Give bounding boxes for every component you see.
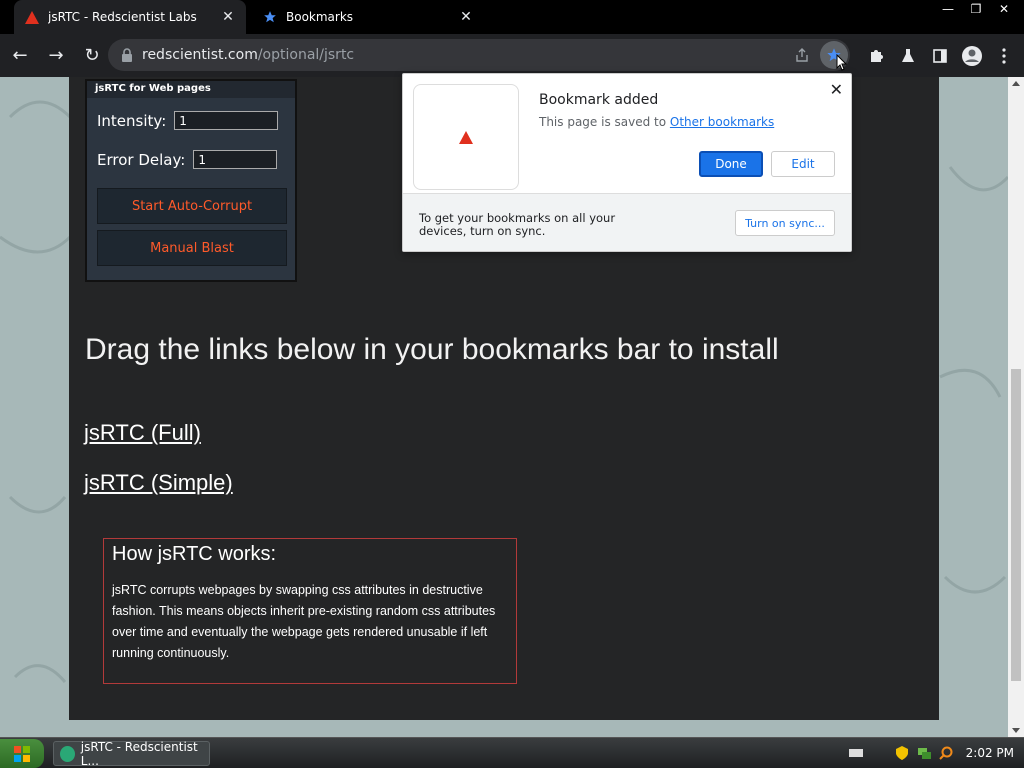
address-bar[interactable]: redscientist.com/optional/jsrtc xyxy=(108,39,850,71)
taskbar-item-browser[interactable]: jsRTC - Redscientist L... xyxy=(53,739,210,768)
page-thumbnail xyxy=(413,84,519,190)
side-panel-icon[interactable] xyxy=(924,40,956,72)
star-icon xyxy=(262,9,278,25)
start-button[interactable] xyxy=(0,739,44,768)
scrollbar-thumb[interactable] xyxy=(1011,369,1021,681)
tab-bookmarks[interactable]: Bookmarks ✕ xyxy=(252,0,484,34)
how-it-works-box: How jsRTC works: jsRTC corrupts webpages… xyxy=(103,538,517,684)
bookmark-added-dialog: Bookmark added This page is saved to Oth… xyxy=(402,73,852,252)
tab-title: Bookmarks xyxy=(286,10,354,24)
manual-blast-button[interactable]: Manual Blast xyxy=(97,230,287,266)
page-heading: Drag the links below in your bookmarks b… xyxy=(85,333,779,366)
start-auto-corrupt-button[interactable]: Start Auto-Corrupt xyxy=(97,188,287,224)
dialog-message: This page is saved to Other bookmarks xyxy=(539,115,774,129)
dialog-message-text: This page is saved to xyxy=(539,115,670,129)
close-window-button[interactable]: ✕ xyxy=(990,0,1018,18)
how-it-works-title: How jsRTC works: xyxy=(112,543,277,565)
system-tray: 2:02 PM xyxy=(848,738,1024,768)
os-taskbar: jsRTC - Redscientist L... 2:02 PM xyxy=(0,737,1024,768)
menu-kebab-icon[interactable] xyxy=(988,40,1020,72)
url-domain: redscientist.com xyxy=(142,47,258,63)
keyboard-icon[interactable] xyxy=(848,745,864,761)
intensity-row: Intensity: xyxy=(97,111,279,130)
browser-titlebar: jsRTC - Redscientist Labs ✕ Bookmarks ✕ … xyxy=(0,0,1024,34)
minimize-button[interactable]: — xyxy=(934,0,962,18)
tab-jsrtc[interactable]: jsRTC - Redscientist Labs ✕ xyxy=(14,0,246,34)
error-delay-input[interactable] xyxy=(193,150,278,169)
windows-logo-icon xyxy=(14,745,30,762)
vertical-scrollbar[interactable] xyxy=(1008,77,1024,737)
sync-text: To get your bookmarks on all your device… xyxy=(419,211,616,238)
search-magnifier-icon[interactable] xyxy=(938,745,954,761)
intensity-label: Intensity: xyxy=(97,111,167,130)
scroll-up-arrow-icon[interactable] xyxy=(1012,81,1020,86)
close-icon[interactable]: ✕ xyxy=(830,80,843,99)
extensions-puzzle-icon[interactable] xyxy=(860,40,892,72)
turn-on-sync-button[interactable]: Turn on sync... xyxy=(735,210,835,236)
jsrtc-control-panel: jsRTC for Web pages Intensity: Error Del… xyxy=(85,79,297,282)
security-shield-icon[interactable] xyxy=(894,745,910,761)
reload-icon[interactable]: ↻ xyxy=(76,40,108,72)
how-it-works-text: jsRTC corrupts webpages by swapping css … xyxy=(112,583,496,660)
browser-toolbar: ← → ↻ redscientist.com/optional/jsrtc xyxy=(0,34,1024,77)
error-delay-row: Error Delay: xyxy=(97,150,278,169)
mouse-cursor-icon xyxy=(836,54,847,71)
jsrtc-simple-link[interactable]: jsRTC (Simple) xyxy=(84,470,233,496)
jsrtc-full-link[interactable]: jsRTC (Full) xyxy=(84,420,201,446)
share-icon[interactable] xyxy=(794,47,810,63)
window-controls: — ❐ ✕ xyxy=(934,0,1018,18)
taskbar-item-label: jsRTC - Redscientist L... xyxy=(80,739,198,768)
dialog-title: Bookmark added xyxy=(539,92,659,108)
profile-avatar-icon[interactable] xyxy=(956,40,988,72)
done-button[interactable]: Done xyxy=(699,151,763,177)
back-icon[interactable]: ← xyxy=(4,40,36,72)
tab-title: jsRTC - Redscientist Labs xyxy=(48,10,197,24)
labs-flask-icon[interactable] xyxy=(892,40,924,72)
clock[interactable]: 2:02 PM xyxy=(966,746,1014,760)
sync-footer: To get your bookmarks on all your device… xyxy=(403,193,851,251)
panel-header: jsRTC for Web pages xyxy=(87,81,295,98)
forward-icon[interactable]: → xyxy=(40,40,72,72)
close-tab-icon[interactable]: ✕ xyxy=(458,9,474,25)
intensity-input[interactable] xyxy=(174,111,279,130)
warning-triangle-icon xyxy=(24,9,40,25)
edit-button[interactable]: Edit xyxy=(771,151,835,177)
lock-icon xyxy=(122,48,132,62)
other-bookmarks-link[interactable]: Other bookmarks xyxy=(670,115,774,129)
toolbar-icons xyxy=(860,34,1020,77)
scroll-down-arrow-icon[interactable] xyxy=(1012,728,1020,733)
url-path: /optional/jsrtc xyxy=(257,47,355,63)
network-icon[interactable] xyxy=(916,745,932,761)
browser-app-icon xyxy=(60,745,75,762)
error-delay-label: Error Delay: xyxy=(97,150,186,169)
close-tab-icon[interactable]: ✕ xyxy=(220,9,236,25)
restore-button[interactable]: ❐ xyxy=(962,0,990,18)
warning-triangle-icon xyxy=(459,130,473,144)
